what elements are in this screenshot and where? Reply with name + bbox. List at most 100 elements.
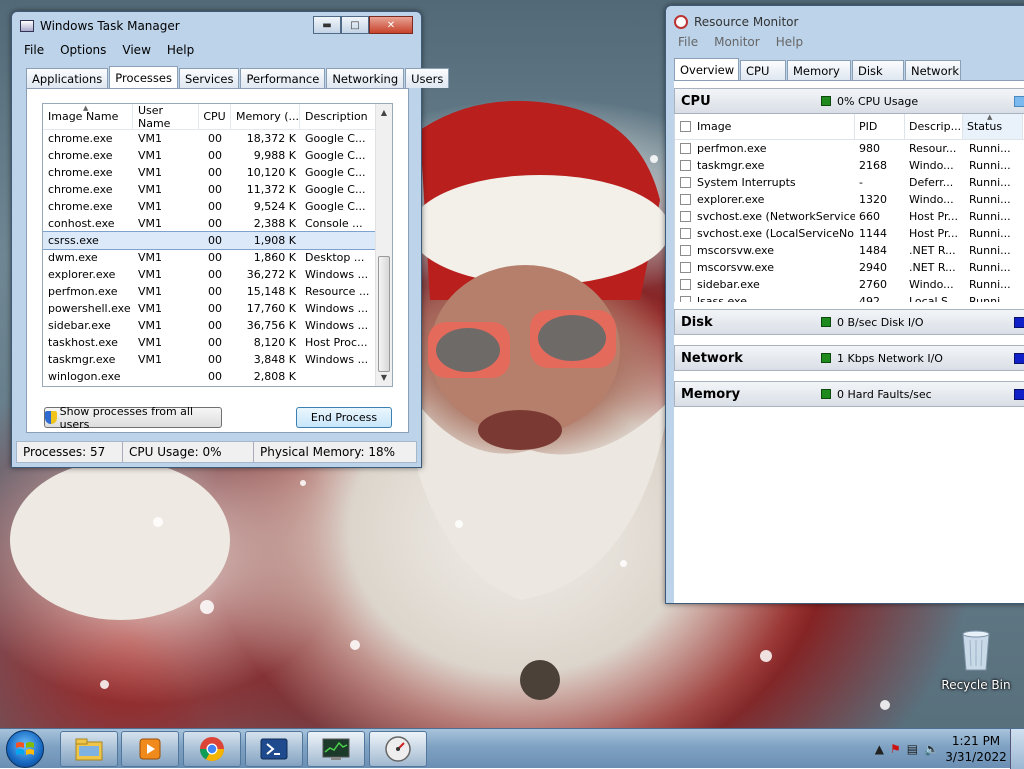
volume-icon[interactable]: 🔈 — [924, 742, 939, 756]
task-manager-titlebar[interactable]: Windows Task Manager ▬ □ ✕ — [12, 12, 421, 40]
table-row[interactable]: chrome.exe VM1 00 10,120 K Google C... — [43, 164, 392, 181]
column-user-name[interactable]: User Name — [133, 104, 199, 130]
rm-tab-overview[interactable]: Overview — [674, 58, 739, 80]
table-row[interactable]: taskhost.exe VM1 00 8,120 K Host Proc... — [43, 334, 392, 351]
table-row[interactable]: chrome.exe VM1 00 9,988 K Google C... — [43, 147, 392, 164]
cpu-process-table[interactable]: Image PID Descrip... ▲ Status perfmon.ex… — [674, 114, 1024, 302]
menu-help[interactable]: Help — [159, 43, 202, 57]
table-row[interactable]: perfmon.exe 980 Resour... Runni... — [675, 140, 1024, 157]
select-all-checkbox[interactable] — [680, 121, 691, 132]
show-desktop-button[interactable] — [1010, 729, 1024, 769]
table-row[interactable]: sidebar.exe 2760 Windo... Runni... — [675, 276, 1024, 293]
table-row[interactable]: csrss.exe 00 1,908 K — [43, 231, 392, 250]
cell-status: Runni... — [969, 261, 1011, 274]
tab-services[interactable]: Services — [178, 68, 240, 88]
cell-image: mscorsvw.exe — [675, 244, 855, 257]
taskbar-chrome-button[interactable] — [183, 731, 241, 767]
scroll-up-button[interactable]: ▲ — [376, 104, 392, 121]
menu-view[interactable]: View — [114, 43, 158, 57]
table-row[interactable]: svchost.exe (LocalServiceNo... 1144 Host P… — [675, 225, 1024, 242]
tab-processes[interactable]: Processes — [109, 66, 178, 88]
clock[interactable]: 1:21 PM 3/31/2022 — [942, 733, 1010, 765]
memory-section-header[interactable]: Memory 0 Hard Faults/sec — [674, 381, 1024, 407]
column-memory[interactable]: Memory (... — [231, 104, 300, 129]
rm-column-status[interactable]: ▲ Status — [963, 114, 1023, 139]
scroll-thumb[interactable] — [378, 256, 390, 372]
cpu-section-header[interactable]: CPU 0% CPU Usage — [674, 88, 1024, 114]
task-manager-window[interactable]: Windows Task Manager ▬ □ ✕ File Options … — [11, 11, 450, 468]
table-row[interactable]: chrome.exe VM1 00 9,524 K Google C... — [43, 198, 392, 215]
table-row[interactable]: explorer.exe 1320 Windo... Runni... — [675, 191, 1024, 208]
table-row[interactable]: taskmgr.exe VM1 00 3,848 K Windows ... — [43, 351, 392, 368]
recycle-bin-shortcut[interactable]: Recycle Bin — [936, 628, 1016, 692]
table-row[interactable]: powershell.exe VM1 00 17,760 K Windows ... — [43, 300, 392, 317]
resource-monitor-window[interactable]: Resource Monitor File Monitor Help Overv… — [665, 5, 1024, 604]
row-checkbox[interactable] — [680, 160, 691, 171]
table-row[interactable]: winlogon.exe 00 2,808 K — [43, 368, 392, 385]
menu-file[interactable]: File — [16, 43, 52, 57]
row-checkbox[interactable] — [680, 194, 691, 205]
process-list-scrollbar[interactable]: ▲ ▼ — [375, 104, 392, 386]
process-list[interactable]: ▲ Image Name User Name CPU Memory (... D… — [42, 103, 393, 387]
table-row[interactable]: mscorsvw.exe 1484 .NET R... Runni... — [675, 242, 1024, 259]
table-row[interactable]: lsass.exe 492 Local S... Runni... — [675, 293, 1024, 302]
row-checkbox[interactable] — [680, 211, 691, 222]
taskbar-explorer-button[interactable] — [60, 731, 118, 767]
cell-memory: 2,388 K — [253, 217, 296, 230]
table-row[interactable]: conhost.exe VM1 00 2,388 K Console ... — [43, 215, 392, 232]
rm-column-description[interactable]: Descrip... — [905, 114, 963, 139]
column-image-name[interactable]: ▲ Image Name — [43, 104, 133, 129]
table-row[interactable]: explorer.exe VM1 00 36,272 K Windows ... — [43, 266, 392, 283]
row-checkbox[interactable] — [680, 279, 691, 290]
start-button[interactable] — [6, 730, 44, 768]
taskbar-task-manager-button[interactable] — [307, 731, 365, 767]
table-row[interactable]: chrome.exe VM1 00 18,372 K Google C... — [43, 130, 392, 147]
recycle-bin-label: Recycle Bin — [941, 678, 1011, 692]
show-all-processes-button[interactable]: Show processes from all users — [44, 405, 222, 431]
column-description[interactable]: Description — [300, 104, 374, 129]
disk-section-header[interactable]: Disk 0 B/sec Disk I/O — [674, 309, 1024, 335]
column-cpu[interactable]: CPU — [199, 104, 231, 129]
action-center-icon[interactable]: ⚑ — [890, 742, 901, 756]
cpu-graph-indicator-icon — [1014, 96, 1024, 107]
taskbar-powershell-button[interactable] — [245, 731, 303, 767]
table-row[interactable]: chrome.exe VM1 00 11,372 K Google C... — [43, 181, 392, 198]
rm-tab-disk[interactable]: Disk — [852, 60, 904, 80]
table-row[interactable]: svchost.exe (NetworkService) 660 Host Pr..… — [675, 208, 1024, 225]
tab-networking[interactable]: Networking — [326, 68, 405, 88]
row-checkbox[interactable] — [680, 228, 691, 239]
menu-options[interactable]: Options — [52, 43, 114, 57]
resource-monitor-titlebar[interactable]: Resource Monitor — [666, 6, 1024, 38]
row-checkbox[interactable] — [680, 262, 691, 273]
row-checkbox[interactable] — [680, 296, 691, 302]
taskbar-media-player-button[interactable] — [121, 731, 179, 767]
table-row[interactable]: taskmgr.exe 2168 Windo... Runni... — [675, 157, 1024, 174]
row-checkbox[interactable] — [680, 245, 691, 256]
close-button[interactable]: ✕ — [369, 16, 413, 34]
tab-applications[interactable]: Applications — [26, 68, 109, 88]
rm-column-pid[interactable]: PID — [855, 114, 905, 139]
rm-tab-network[interactable]: Network — [905, 60, 961, 80]
table-row[interactable]: System Interrupts - Deferr... Runni... — [675, 174, 1024, 191]
taskbar-resource-monitor-button[interactable] — [369, 731, 427, 767]
end-process-button[interactable]: End Process — [296, 407, 392, 428]
table-row[interactable]: mscorsvw.exe 2940 .NET R... Runni... — [675, 259, 1024, 276]
row-checkbox[interactable] — [680, 177, 691, 188]
rm-column-image[interactable]: Image — [675, 114, 855, 139]
table-row[interactable]: dwm.exe VM1 00 1,860 K Desktop ... — [43, 249, 392, 266]
tab-performance[interactable]: Performance — [240, 68, 326, 88]
show-hidden-icons-icon[interactable]: ▲ — [875, 742, 884, 756]
cell-description: Windo... — [909, 193, 954, 206]
scroll-down-button[interactable]: ▼ — [376, 369, 392, 386]
rm-tab-memory[interactable]: Memory — [787, 60, 851, 80]
maximize-button[interactable]: □ — [341, 16, 369, 34]
network-icon[interactable]: ▤ — [907, 742, 918, 756]
row-checkbox[interactable] — [680, 143, 691, 154]
table-row[interactable]: sidebar.exe VM1 00 36,756 K Windows ... — [43, 317, 392, 334]
network-section-header[interactable]: Network 1 Kbps Network I/O — [674, 345, 1024, 371]
rm-tab-cpu[interactable]: CPU — [740, 60, 786, 80]
table-row[interactable]: perfmon.exe VM1 00 15,148 K Resource ... — [43, 283, 392, 300]
minimize-button[interactable]: ▬ — [313, 16, 341, 34]
cell-image-text: mscorsvw.exe — [697, 261, 774, 274]
tab-users[interactable]: Users — [405, 68, 450, 88]
